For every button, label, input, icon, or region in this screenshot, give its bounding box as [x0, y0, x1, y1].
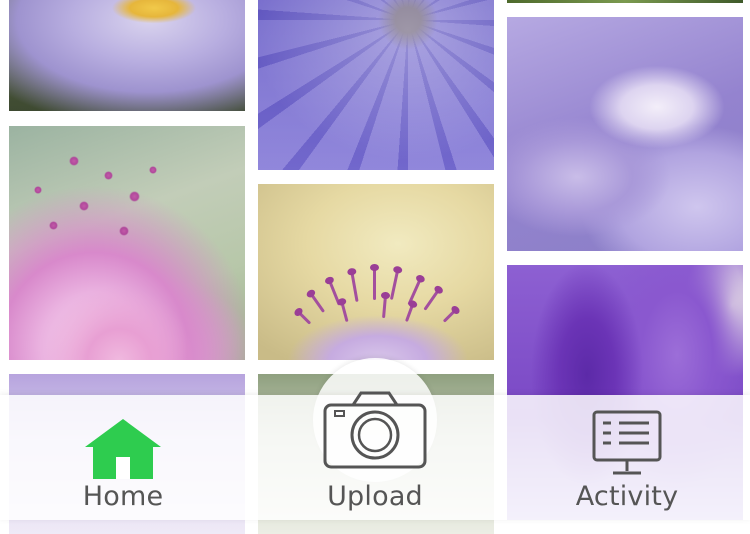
home-icon	[83, 417, 163, 485]
photo-violet-petals[interactable]	[258, 0, 494, 170]
camera-icon	[323, 391, 427, 475]
tab-activity-label: Activity	[575, 481, 679, 512]
photo-scabiosa[interactable]	[258, 184, 494, 360]
tab-activity[interactable]: Activity	[537, 395, 717, 520]
tab-upload[interactable]: Upload	[285, 391, 465, 520]
activity-monitor-icon	[591, 409, 663, 485]
photo-aster-purple[interactable]	[9, 0, 245, 111]
photo-wisteria[interactable]	[507, 17, 743, 251]
tab-home-label: Home	[82, 481, 164, 512]
tab-home[interactable]: Home	[33, 395, 213, 520]
photo-aster-pink[interactable]	[9, 126, 245, 360]
photo-greenery-strip[interactable]	[507, 0, 743, 3]
tab-upload-label: Upload	[327, 481, 423, 512]
